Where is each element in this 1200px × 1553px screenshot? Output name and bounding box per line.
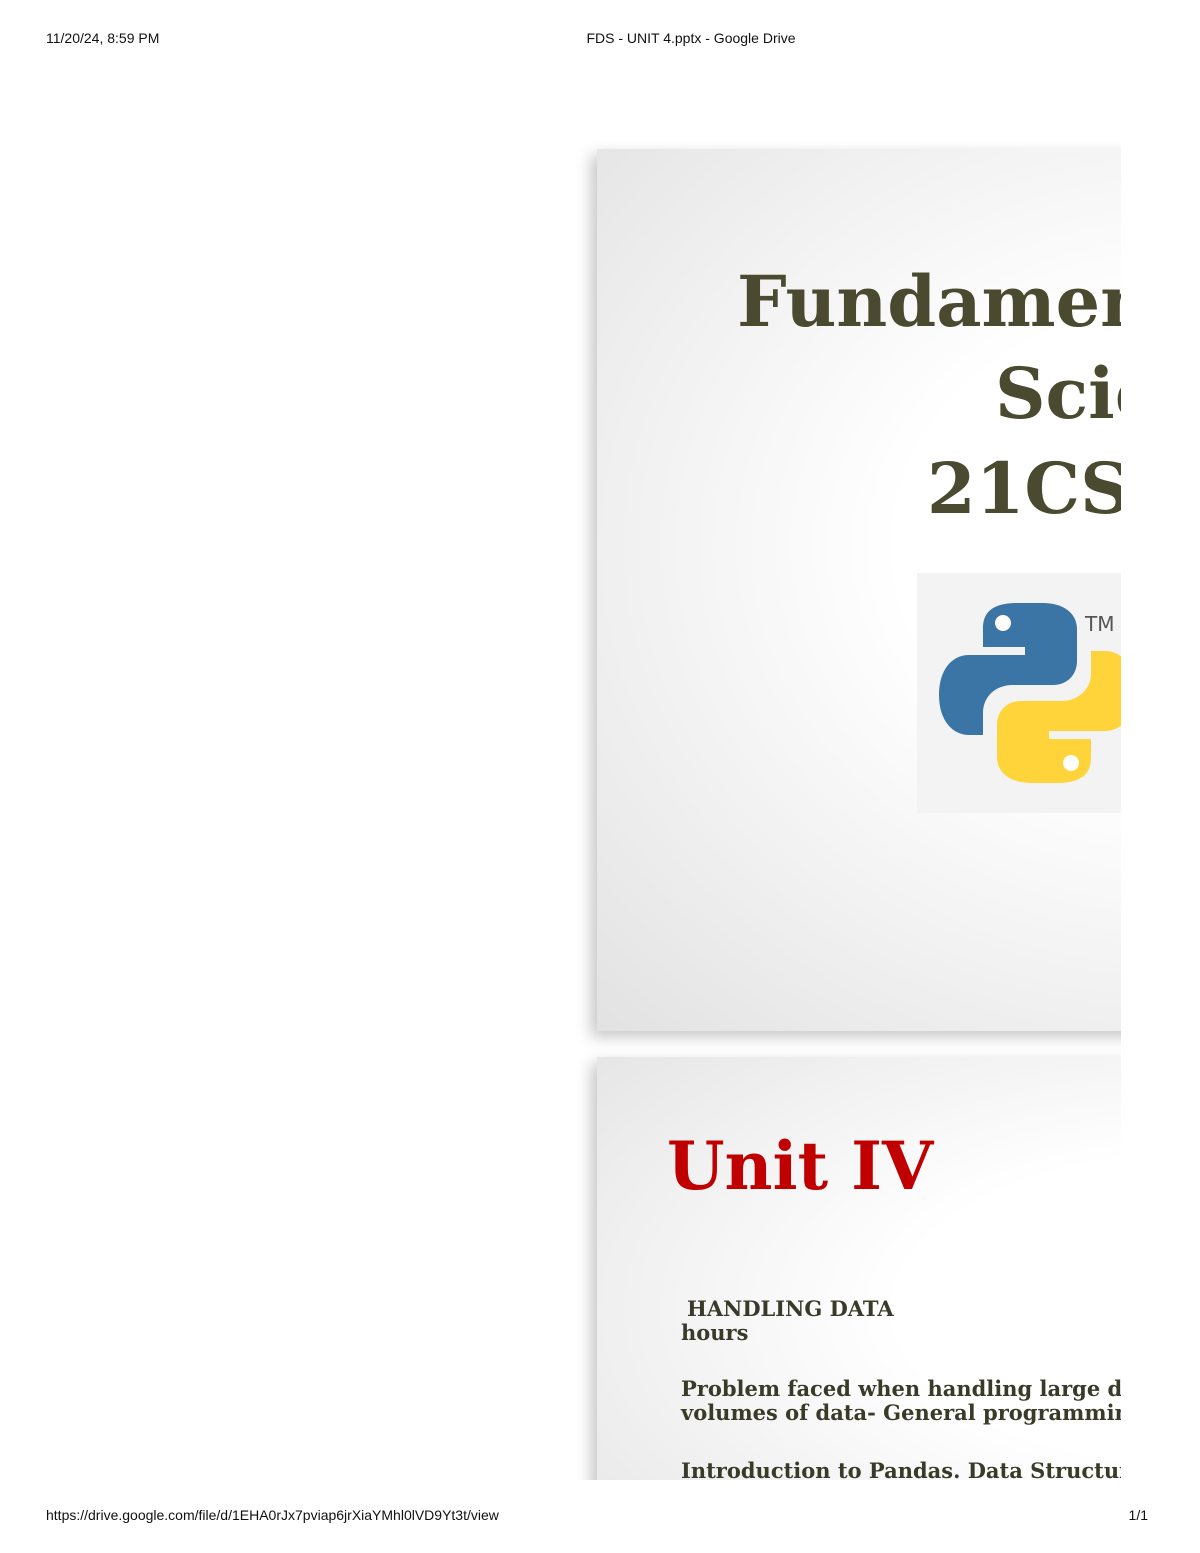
paragraph-line: HANDLING DATA (687, 1296, 894, 1321)
python-logo-icon: TM (939, 603, 1121, 783)
slide-2: Unit IV HANDLING DATA hours Problem face… (597, 1057, 1121, 1480)
print-document-title: FDS - UNIT 4.pptx - Google Drive (586, 30, 796, 46)
slide-viewport: Fundamen Scie 21CSS TM Unit IV HANDLING … (575, 120, 1121, 1480)
slide-1: Fundamen Scie 21CSS TM (597, 149, 1121, 1031)
print-page-number: 1/1 (1128, 1507, 1148, 1523)
paragraph-line: Problem faced when handling large da (681, 1376, 1121, 1401)
print-footer: https://drive.google.com/file/d/1EHA0rJx… (0, 1507, 1200, 1527)
python-logo: TM (917, 573, 1121, 813)
paragraph-line: hours (681, 1320, 749, 1345)
print-url: https://drive.google.com/file/d/1EHA0rJx… (46, 1507, 499, 1523)
slide-paragraph-1: HANDLING DATA hours (681, 1297, 894, 1345)
print-header: 11/20/24, 8:59 PM FDS - UNIT 4.pptx - Go… (0, 30, 1200, 50)
slide-title-line-3: 21CSS (927, 447, 1121, 530)
paragraph-line: Introduction to Pandas. Data Structure (681, 1458, 1121, 1481)
unit-title: Unit IV (667, 1127, 934, 1205)
slide-title-line-2: Scie (995, 352, 1121, 435)
trademark-label: TM (1084, 612, 1114, 636)
paragraph-line: volumes of data- General programmin (681, 1400, 1121, 1425)
slide-title-line-1: Fundamen (737, 260, 1121, 343)
slide-paragraph-3: Introduction to Pandas. Data Structure (681, 1458, 1121, 1481)
slide-paragraph-2: Problem faced when handling large da vol… (681, 1377, 1121, 1425)
